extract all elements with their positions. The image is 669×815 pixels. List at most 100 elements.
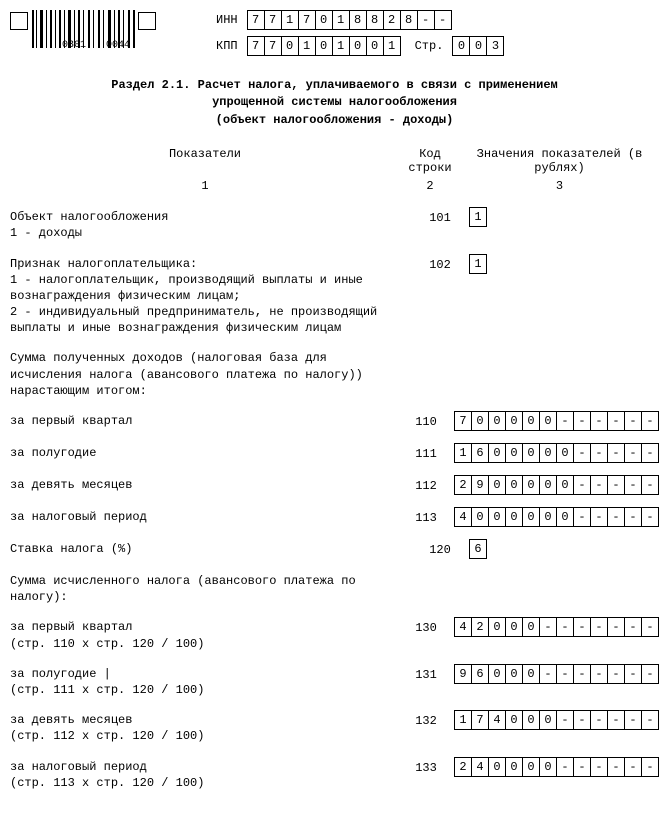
cell: 7 [247,36,265,56]
row-131-desc: за полугодие | (стр. 111 x стр. 120 / 10… [10,666,397,698]
cell: 0 [315,10,333,30]
cell: - [607,507,625,527]
cell: 9 [454,664,472,684]
cell: 0 [366,36,384,56]
cell: - [556,411,574,431]
cell: 2 [454,757,472,777]
row-133-code: 133 [397,759,455,775]
row-131: за полугодие | (стр. 111 x стр. 120 / 10… [10,666,659,698]
cell: - [624,507,642,527]
cell: 7 [298,10,316,30]
row-130-code: 130 [397,619,455,635]
cell: 0 [556,475,574,495]
row-101: Объект налогообложения 1 - доходы 101 1 [10,209,659,241]
row-120-code: 120 [410,541,470,557]
cell: 0 [556,507,574,527]
row-111-desc: за полугодие [10,445,397,461]
cell: 0 [505,710,523,730]
cell: 1 [469,207,487,227]
cell: 8 [366,10,384,30]
cell: 0 [452,36,470,56]
kpp-label: КПП [216,39,238,53]
cell: 6 [471,664,489,684]
cell: 1 [454,443,472,463]
row-102-desc: Признак налогоплательщика: 1 - налогопла… [10,256,410,337]
row-101-desc: Объект налогообложения 1 - доходы [10,209,410,241]
cell: - [539,617,557,637]
cell: 9 [471,475,489,495]
cell: 0 [505,664,523,684]
cell: 2 [383,10,401,30]
cell: - [641,617,659,637]
title-line-1: Раздел 2.1. Расчет налога, уплачиваемого… [10,77,659,94]
cell: 3 [486,36,504,56]
cell: 8 [400,10,418,30]
note-tax: Сумма исчисленного налога (авансового пл… [10,573,400,605]
cell: - [607,475,625,495]
cell: - [607,443,625,463]
cell: 0 [539,411,557,431]
page-cells: 003 [453,36,504,56]
row-112-code: 112 [397,477,455,493]
cell: - [624,757,642,777]
col-header-3: Значения показателей (в рублях) [460,147,659,175]
cell: - [417,10,435,30]
cell: - [624,664,642,684]
cell: - [556,757,574,777]
kpp-cells: 770101001 [248,36,401,56]
cell: 4 [471,757,489,777]
row-133: за налоговый период (стр. 113 x стр. 120… [10,759,659,791]
cell: 6 [469,539,487,559]
row-130-value: 42000------- [455,617,659,637]
row-113: за налоговый период 113 4000000----- [10,509,659,527]
barcode-number-right: 0044 [106,40,130,51]
cell: 7 [264,10,282,30]
cell: 0 [471,411,489,431]
cell: - [590,411,608,431]
row-111-value: 1600000----- [455,443,659,463]
barcode-block: 0301 0044 [10,10,156,63]
row-133-value: 240000------ [455,757,659,777]
cell: - [573,411,591,431]
col-header-1: Показатели [10,147,400,175]
cell: 0 [522,664,540,684]
cell: - [624,411,642,431]
cell: 0 [522,475,540,495]
cell: - [590,710,608,730]
cell: 0 [505,443,523,463]
cell: - [607,757,625,777]
cell: - [573,443,591,463]
row-112-value: 2900000----- [455,475,659,495]
cell: - [641,664,659,684]
row-102-code: 102 [410,256,470,272]
checkbox-left [10,12,28,30]
cell: 1 [454,710,472,730]
cell: 0 [488,443,506,463]
row-113-code: 113 [397,509,455,525]
cell: - [539,664,557,684]
subheader-3: 3 [460,179,659,193]
cell: 4 [454,617,472,637]
cell: 4 [454,507,472,527]
col-header-2: Код строки [400,147,460,175]
cell: 0 [349,36,367,56]
cell: 7 [247,10,265,30]
header-fields: ИНН 7717018828-- КПП 770101001 Стр. 003 [216,10,504,62]
cell: 0 [505,411,523,431]
cell: - [641,710,659,730]
row-130-desc: за первый квартал (стр. 110 x стр. 120 /… [10,619,397,651]
cell: 7 [471,710,489,730]
cell: 0 [315,36,333,56]
cell: 4 [488,710,506,730]
cell: - [573,710,591,730]
cell: 0 [522,443,540,463]
cell: - [624,617,642,637]
cell: 1 [383,36,401,56]
cell: - [641,507,659,527]
cell: 0 [488,757,506,777]
subheader-1: 1 [10,179,400,193]
cell: 0 [522,507,540,527]
column-headers: Показатели Код строки Значения показател… [10,147,659,175]
cell: - [590,443,608,463]
cell: 0 [505,757,523,777]
